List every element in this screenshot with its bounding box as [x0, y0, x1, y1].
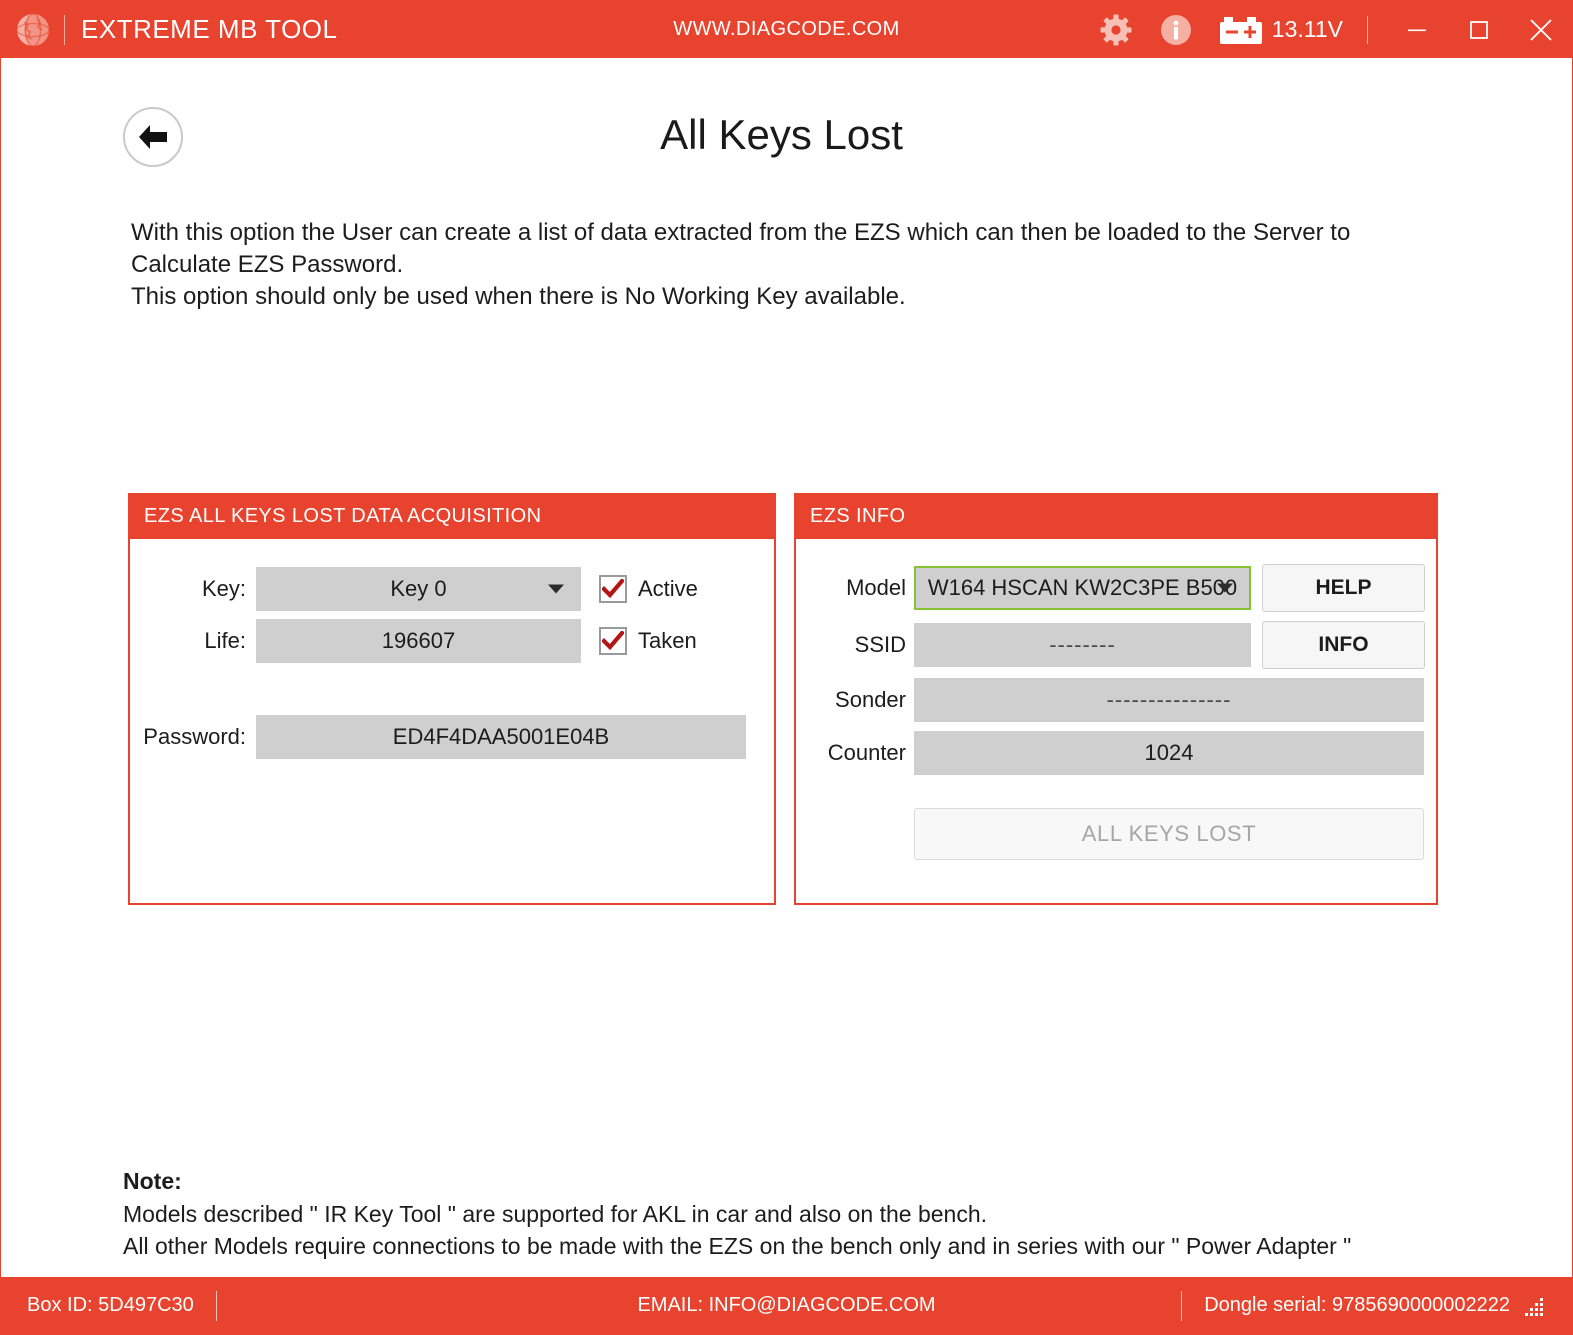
titlebar-separator: [1367, 16, 1368, 44]
password-label: Password:: [130, 724, 246, 750]
data-acquisition-panel-title: EZS ALL KEYS LOST DATA ACQUISITION: [130, 495, 774, 539]
application-window: EXTREME MB TOOL WWW.DIAGCODE.COM: [0, 0, 1573, 1335]
counter-row: Counter 1024: [796, 731, 1436, 775]
key-row: Key: Key 0 Ac: [130, 567, 774, 611]
check-icon: [602, 579, 624, 599]
life-value: 196607: [382, 628, 455, 654]
note-line-2: All other Models require connections to …: [123, 1230, 1351, 1263]
life-row: Life: 196607 Taken: [130, 619, 774, 663]
password-row: Password: ED4F4DAA5001E04B: [130, 715, 774, 759]
active-checkbox[interactable]: [599, 575, 627, 603]
taken-checkbox[interactable]: [599, 627, 627, 655]
title-bar: EXTREME MB TOOL WWW.DIAGCODE.COM: [1, 1, 1572, 58]
panels-container: EZS ALL KEYS LOST DATA ACQUISITION Key: …: [128, 493, 1438, 905]
box-id-label: Box ID: 5D497C30: [27, 1294, 194, 1317]
model-select[interactable]: W164 HSCAN KW2C3PE B500: [914, 566, 1251, 610]
voltage-readout: 13.11V: [1262, 16, 1349, 43]
intro-line-1: With this option the User can create a l…: [131, 217, 1431, 249]
gear-icon: [1100, 14, 1132, 46]
battery-status: [1206, 1, 1262, 58]
counter-label: Counter: [796, 740, 906, 766]
minimize-button[interactable]: [1386, 1, 1448, 58]
password-value: ED4F4DAA5001E04B: [393, 724, 609, 750]
counter-field[interactable]: 1024: [914, 731, 1424, 775]
active-checkbox-group[interactable]: Active: [599, 575, 698, 603]
sonder-field[interactable]: ---------------: [914, 678, 1424, 722]
ezs-info-panel-body: Model W164 HSCAN KW2C3PE B500 HELP SSID …: [796, 539, 1436, 903]
page-header: All Keys Lost: [1, 103, 1572, 213]
about-button[interactable]: [1146, 1, 1206, 58]
battery-icon: [1220, 16, 1262, 44]
chevron-down-icon: [1217, 584, 1233, 593]
sonder-row: Sonder ---------------: [796, 678, 1436, 722]
key-select[interactable]: Key 0: [256, 567, 581, 611]
all-keys-lost-button[interactable]: ALL KEYS LOST: [914, 808, 1424, 860]
intro-text: With this option the User can create a l…: [131, 217, 1431, 313]
page-title: All Keys Lost: [1, 103, 1572, 167]
settings-button[interactable]: [1086, 1, 1146, 58]
dongle-serial-group: Dongle serial: 9785690000002222: [1181, 1291, 1572, 1321]
resize-grip-icon[interactable]: [1524, 1295, 1546, 1317]
model-label: Model: [796, 575, 906, 601]
sonder-label: Sonder: [796, 687, 906, 713]
note-title: Note:: [123, 1165, 1351, 1198]
key-select-value: Key 0: [390, 576, 446, 602]
ezs-info-panel: EZS INFO Model W164 HSCAN KW2C3PE B500 H…: [794, 493, 1438, 905]
main-content: All Keys Lost With this option the User …: [1, 58, 1572, 1277]
app-name: EXTREME MB TOOL: [81, 14, 337, 45]
info-button[interactable]: INFO: [1262, 621, 1425, 669]
password-field[interactable]: ED4F4DAA5001E04B: [256, 715, 746, 759]
counter-value: 1024: [1145, 740, 1194, 766]
chevron-down-icon: [548, 585, 564, 594]
close-button[interactable]: [1510, 1, 1572, 58]
life-label: Life:: [130, 628, 246, 654]
key-label: Key:: [130, 576, 246, 602]
ssid-row: SSID -------- INFO: [796, 621, 1436, 669]
note-line-1: Models described " IR Key Tool " are sup…: [123, 1198, 1351, 1231]
taken-checkbox-group[interactable]: Taken: [599, 627, 697, 655]
intro-line-3: This option should only be used when the…: [131, 281, 1431, 313]
note-section: Note: Models described " IR Key Tool " a…: [123, 1165, 1351, 1263]
model-select-value: W164 HSCAN KW2C3PE B500: [928, 575, 1237, 601]
check-icon: [602, 631, 624, 651]
maximize-icon: [1468, 19, 1490, 41]
help-button[interactable]: HELP: [1262, 564, 1425, 612]
maximize-button[interactable]: [1448, 1, 1510, 58]
ssid-field[interactable]: --------: [914, 623, 1251, 667]
footer-divider-right: [1181, 1291, 1182, 1321]
data-acquisition-panel-body: Key: Key 0 Ac: [130, 539, 774, 903]
model-row: Model W164 HSCAN KW2C3PE B500 HELP: [796, 564, 1436, 612]
status-bar: Box ID: 5D497C30 EMAIL: INFO@DIAGCODE.CO…: [1, 1277, 1572, 1334]
intro-line-2: Calculate EZS Password.: [131, 249, 1431, 281]
back-button[interactable]: [123, 107, 183, 167]
dongle-serial-label: Dongle serial: 9785690000002222: [1204, 1294, 1510, 1317]
life-field[interactable]: 196607: [256, 619, 581, 663]
ssid-value: --------: [1049, 632, 1116, 658]
globe-icon: [16, 13, 50, 47]
info-icon: [1160, 14, 1192, 46]
minimize-icon: [1406, 19, 1428, 41]
back-arrow-icon: [136, 122, 170, 152]
sonder-value: ---------------: [1107, 687, 1232, 713]
active-checkbox-label: Active: [638, 576, 698, 602]
box-id-group: Box ID: 5D497C30: [27, 1291, 217, 1321]
titlebar-divider: [64, 15, 65, 45]
close-icon: [1528, 17, 1554, 43]
taken-checkbox-label: Taken: [638, 628, 697, 654]
data-acquisition-panel: EZS ALL KEYS LOST DATA ACQUISITION Key: …: [128, 493, 776, 905]
ssid-label: SSID: [796, 632, 906, 658]
titlebar-controls: 13.11V: [1086, 1, 1572, 58]
ezs-info-panel-title: EZS INFO: [796, 495, 1436, 539]
footer-divider-left: [216, 1291, 217, 1321]
